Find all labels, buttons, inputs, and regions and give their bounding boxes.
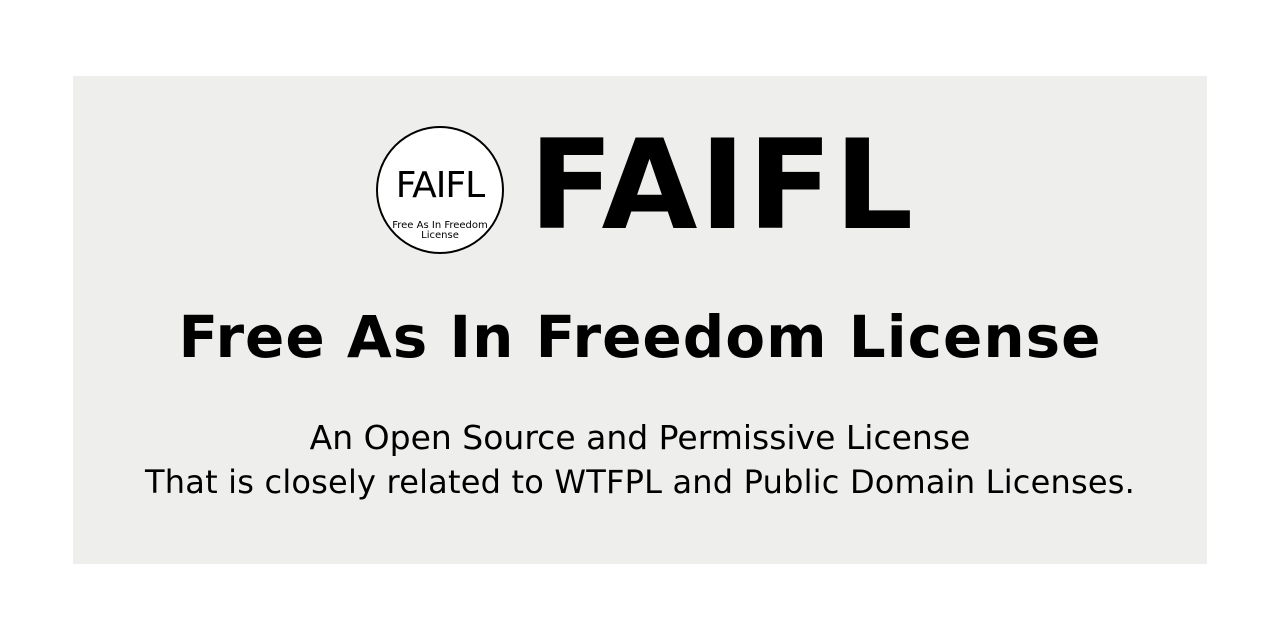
seal-caption: Free As In Freedom License — [388, 221, 492, 241]
faifl-seal-logo: FAIFL Free As In Freedom License — [376, 126, 504, 254]
banner-subtitle: Free As In Freedom License — [178, 303, 1102, 371]
banner-title: FAIFL — [529, 114, 916, 258]
banner-panel: FAIFL Free As In Freedom License FAIFL F… — [73, 76, 1207, 564]
seal-title: FAIFL — [395, 165, 485, 206]
description-line-2: That is closely related to WTFPL and Pub… — [145, 463, 1135, 501]
description-line-1: An Open Source and Permissive License — [309, 418, 971, 457]
seal-caption-line2: License — [421, 230, 459, 241]
logo-row: FAIFL Free As In Freedom License FAIFL — [73, 116, 1207, 256]
